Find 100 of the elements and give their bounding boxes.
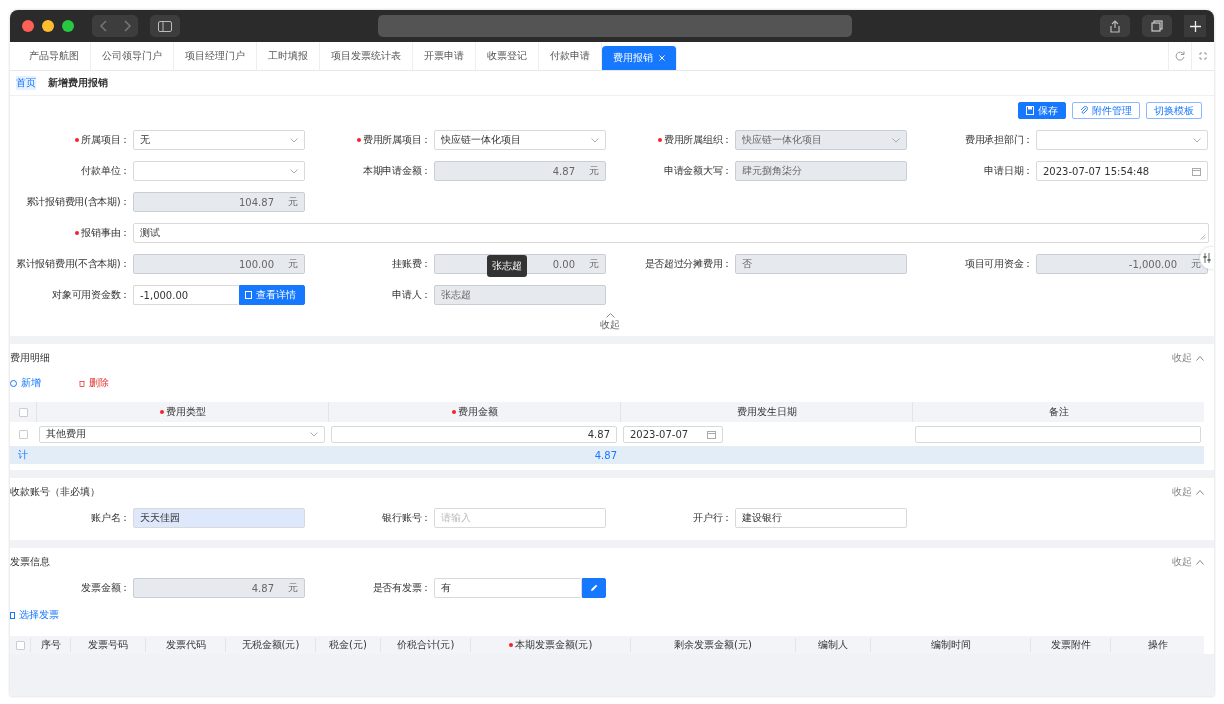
amount-field[interactable]: 4.87 元 (434, 161, 606, 181)
back-icon (98, 20, 109, 32)
field-label: 账户名： (91, 511, 130, 525)
collapse-toggle[interactable]: 收起 (1172, 555, 1204, 569)
checkbox[interactable] (18, 429, 28, 439)
sidebar-button[interactable] (150, 15, 180, 37)
field-label: 费用承担部门： (965, 133, 1033, 147)
input-field[interactable]: 张志超 (434, 285, 606, 305)
field-label: 项目可用资金： (965, 257, 1033, 271)
sliders-icon (1203, 253, 1211, 263)
resize-handle-icon (1200, 234, 1206, 240)
collapse-toggle[interactable]: 收起 (1172, 485, 1204, 499)
input-field[interactable]: -1,000.00 (133, 285, 239, 305)
collapse-toggle[interactable]: 收起 (1172, 351, 1204, 365)
unit-label: 元 (589, 257, 599, 271)
select-invoice-link[interactable]: 选择发票 (10, 608, 59, 622)
unit-label: 元 (288, 195, 298, 209)
detail-button[interactable]: 查看详情 (239, 285, 305, 305)
tab[interactable]: 工时填报 (257, 42, 320, 70)
field-label: 申请金额大写： (664, 164, 732, 178)
amount-field[interactable]: 104.87 元 (133, 192, 305, 212)
column-header: 费用发生日期 (736, 405, 797, 419)
breadcrumb-link[interactable]: 首页 (16, 76, 36, 90)
tab[interactable]: 开票申请 (413, 42, 476, 70)
share-button[interactable] (1100, 15, 1130, 37)
date-field[interactable]: 2023-07-07 (623, 425, 723, 443)
column-header: 无税金额(元) (241, 638, 300, 652)
window-control-icon (22, 20, 34, 32)
window-control-icon (62, 20, 74, 32)
column-header: 编制时间 (930, 638, 971, 652)
collapse-toggle[interactable]: 收起 (598, 313, 622, 332)
new-tab-button[interactable] (1184, 15, 1206, 37)
select-field[interactable] (1036, 130, 1208, 150)
select-field[interactable] (133, 161, 305, 181)
sidebar-icon (158, 20, 172, 32)
window-control-icon (42, 20, 54, 32)
amount-field[interactable]: 100.00 元 (133, 254, 305, 274)
action-button[interactable]: 保存 (1018, 102, 1066, 119)
tab[interactable]: 公司领导门户 (91, 42, 174, 70)
field-label: 费用所属组织： (664, 133, 732, 147)
close-icon[interactable] (659, 55, 665, 61)
delete-link[interactable]: 删除 (79, 376, 109, 390)
amount-field[interactable]: 4.87 (331, 425, 617, 443)
column-header: 序号 (40, 638, 61, 652)
field-label: 报销事由： (81, 226, 130, 240)
column-header: 费用类型 (165, 405, 206, 419)
input-field[interactable]: 有 (434, 578, 582, 598)
checkbox[interactable] (18, 407, 28, 417)
unit-label: 元 (1191, 257, 1201, 271)
tab[interactable]: 收票登记 (476, 42, 539, 70)
input-field[interactable]: 天天佳园 (133, 508, 305, 528)
tabs-overview-button[interactable] (1142, 15, 1172, 37)
checkbox[interactable] (15, 640, 25, 650)
input-field[interactable]: 否 (735, 254, 907, 274)
amount-field[interactable]: 4.87 元 (133, 578, 305, 598)
field-label: 付款单位： (81, 164, 130, 178)
action-button[interactable]: 附件管理 (1072, 102, 1140, 119)
column-header: 本期发票金额(元) (514, 638, 593, 652)
field-label: 开户行： (693, 511, 732, 525)
amount-field[interactable]: -1,000.00 元 (1036, 254, 1208, 274)
edit-button[interactable] (582, 578, 606, 598)
add-link[interactable]: 新增 (10, 376, 41, 390)
navigation-buttons[interactable] (92, 15, 138, 37)
field-label: 累计报销费用(不含本期)： (16, 257, 130, 271)
column-header: 发票代码 (165, 638, 206, 652)
address-bar[interactable] (378, 15, 852, 37)
date-field[interactable]: 2023-07-07 15:54:48 (1036, 161, 1208, 181)
refresh-icon (1175, 51, 1185, 61)
select-field[interactable]: 无 (133, 130, 305, 150)
remark-field[interactable] (915, 425, 1201, 443)
select-field[interactable]: 其他费用 (39, 425, 325, 443)
input-field[interactable]: 建设银行 (735, 508, 907, 528)
tab[interactable]: 费用报销 (602, 46, 677, 70)
tooltip: 张志超 (487, 255, 527, 277)
tab[interactable]: 产品导航图 (18, 42, 91, 70)
side-handle[interactable] (1200, 247, 1214, 269)
field-label: 申请日期： (984, 164, 1033, 178)
chevron-up-icon (1196, 559, 1204, 565)
chevron-down-icon (310, 431, 318, 437)
pencil-icon (590, 584, 598, 592)
plus-circle-icon (10, 379, 17, 387)
field-label: 是否超过分摊费用： (644, 257, 732, 271)
field-label: 银行账号： (382, 511, 431, 525)
field-label: 挂账费： (392, 257, 431, 271)
tab[interactable]: 项目经理门户 (174, 42, 257, 70)
action-button[interactable]: 切换模板 (1146, 102, 1202, 119)
field-label: 所属项目： (81, 133, 130, 147)
input-field[interactable]: 肆元捌角柒分 (735, 161, 907, 181)
textarea-field[interactable]: 测试 (133, 223, 1209, 243)
forward-icon (121, 20, 132, 32)
unit-label: 元 (288, 257, 298, 271)
tabs-icon (1151, 20, 1163, 32)
select-field[interactable]: 快应链一体化项目 (434, 130, 606, 150)
field-label: 对象可用资金数： (52, 288, 130, 302)
tab[interactable]: 项目发票统计表 (320, 42, 413, 70)
select-field[interactable]: 快应链一体化项目 (735, 130, 907, 150)
column-header: 发票附件 (1050, 638, 1091, 652)
column-header: 操作 (1147, 638, 1168, 652)
document-icon (245, 291, 252, 299)
calendar-icon (1192, 166, 1201, 176)
